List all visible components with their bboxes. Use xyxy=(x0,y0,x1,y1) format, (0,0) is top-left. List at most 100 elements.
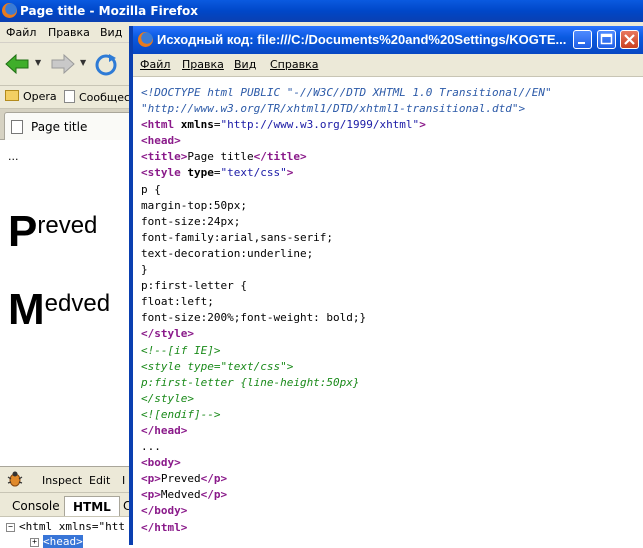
source-token: margin-top:50px; xyxy=(141,198,247,212)
tree-node-label: <html xmlns="htt xyxy=(19,520,125,533)
source-line: font-family:arial,sans-serif; xyxy=(141,230,641,246)
source-token: p { xyxy=(141,182,161,196)
source-token: <![endif]--> xyxy=(141,407,221,421)
first-letter: P xyxy=(8,207,38,256)
source-line: } xyxy=(141,262,641,278)
source-line: </body> xyxy=(141,503,641,519)
menu-view[interactable]: Вид xyxy=(234,58,256,71)
source-line: <!--[if IE]> xyxy=(141,343,641,359)
source-token: ... xyxy=(141,440,161,454)
source-token: </body> xyxy=(141,504,188,518)
back-history-chevron-icon[interactable]: ▼ xyxy=(35,58,41,67)
source-token: </p> xyxy=(200,472,228,486)
tree-node-html[interactable]: − <html xmlns="htt xyxy=(6,520,125,533)
minimize-icon xyxy=(578,42,585,44)
source-token: p:first-letter {line-height:50px} xyxy=(141,375,360,389)
source-token: <head> xyxy=(141,134,181,148)
paragraph-preved: Preved xyxy=(8,210,97,254)
menu-edit[interactable]: Правка xyxy=(48,26,90,39)
source-token: > xyxy=(286,166,294,180)
source-token: text-decoration:underline; xyxy=(141,246,314,260)
source-line: margin-top:50px; xyxy=(141,198,641,214)
source-token: } xyxy=(141,263,148,277)
view-source-window: Исходный код: file:///C:/Documents%20and… xyxy=(129,26,643,545)
menu-file[interactable]: Файл xyxy=(6,26,36,39)
source-token: </html> xyxy=(141,520,188,534)
close-button[interactable] xyxy=(620,30,639,49)
source-line: ... xyxy=(141,439,641,455)
source-token: float:left; xyxy=(141,295,214,309)
menu-help[interactable]: Справка xyxy=(270,58,318,71)
view-source-titlebar: Исходный код: file:///C:/Documents%20and… xyxy=(133,26,643,54)
bookmark-opera[interactable]: Opera xyxy=(5,90,57,103)
source-line: text-decoration:underline; xyxy=(141,246,641,262)
folder-icon xyxy=(5,90,19,101)
firefox-window-title: Page title - Mozilla Firefox xyxy=(20,4,199,18)
forward-arrow-icon[interactable] xyxy=(50,53,76,78)
paragraph-medved: Medved xyxy=(8,288,110,332)
maximize-icon xyxy=(600,33,613,45)
source-token: p:first-letter { xyxy=(141,279,247,293)
paragraph-rest: edved xyxy=(44,290,111,317)
firebug-toolbar-item[interactable]: I xyxy=(122,474,125,487)
source-token: "text/css" xyxy=(220,166,287,180)
source-token: <title> xyxy=(141,150,188,164)
menu-edit[interactable]: Правка xyxy=(182,58,224,71)
source-token: font-size:24px; xyxy=(141,214,241,228)
source-line: <style type="text/css"> xyxy=(141,165,641,181)
tab-page-title[interactable]: Page title xyxy=(4,112,132,140)
source-line: </html> xyxy=(141,520,641,536)
minimize-button[interactable] xyxy=(573,30,592,49)
tab-console[interactable]: Console xyxy=(4,496,68,516)
source-line: <!DOCTYPE html PUBLIC "-//W3C//DTD XHTML… xyxy=(141,85,641,101)
source-token: Preved xyxy=(160,472,201,486)
source-line: <![endif]--> xyxy=(141,407,641,423)
source-token: <style xyxy=(141,166,181,180)
source-token: Page title xyxy=(187,150,254,164)
source-line: font-size:24px; xyxy=(141,214,641,230)
maximize-button[interactable] xyxy=(597,30,616,49)
firefox-titlebar: Page title - Mozilla Firefox xyxy=(0,0,643,22)
ellipsis-text: ... xyxy=(8,150,19,163)
tab-html[interactable]: HTML xyxy=(64,496,120,517)
source-line: <title>Page title</title> xyxy=(141,149,641,165)
edit-button[interactable]: Edit xyxy=(89,474,110,487)
source-line: <p>Medved</p> xyxy=(141,487,641,503)
expand-icon[interactable]: + xyxy=(30,538,39,547)
menu-file[interactable]: Файл xyxy=(140,58,170,71)
tree-node-head[interactable]: + <head> xyxy=(30,535,83,548)
view-source-title: Исходный код: file:///C:/Documents%20and… xyxy=(157,32,567,47)
source-token: <html xyxy=(141,118,175,132)
forward-history-chevron-icon[interactable]: ▼ xyxy=(80,58,86,67)
page-icon xyxy=(64,90,75,103)
reload-icon[interactable] xyxy=(94,53,118,80)
collapse-icon[interactable]: − xyxy=(6,523,15,532)
source-line: p:first-letter {line-height:50px} xyxy=(141,375,641,391)
source-token: </head> xyxy=(141,423,188,437)
source-code: <!DOCTYPE html PUBLIC "-//W3C//DTD XHTML… xyxy=(141,85,641,536)
bookmark-community[interactable]: Сообщес xyxy=(64,90,130,104)
source-token: <p> xyxy=(141,488,161,502)
source-line: </head> xyxy=(141,423,641,439)
source-line: p { xyxy=(141,182,641,198)
source-token: </title> xyxy=(253,150,307,164)
source-line: </style> xyxy=(141,391,641,407)
view-source-menubar: Файл Правка Вид Справка xyxy=(133,54,643,77)
firebug-icon[interactable] xyxy=(6,470,24,488)
source-token: </style> xyxy=(141,391,194,405)
firefox-logo-icon xyxy=(138,32,153,47)
source-line: float:left; xyxy=(141,294,641,310)
tree-node-label: <head> xyxy=(43,535,83,548)
source-token: <!--[if IE]> xyxy=(141,343,221,357)
source-line: </style> xyxy=(141,326,641,342)
source-line: <head> xyxy=(141,133,641,149)
paragraph-rest: reved xyxy=(37,212,98,239)
firefox-logo-icon xyxy=(2,3,17,18)
source-token: = xyxy=(213,166,221,180)
menu-view[interactable]: Вид xyxy=(100,26,122,39)
source-token: </p> xyxy=(200,488,228,502)
source-token: "http://www.w3.org/1999/xhtml" xyxy=(220,118,420,132)
inspect-button[interactable]: Inspect xyxy=(42,474,82,487)
back-arrow-icon[interactable] xyxy=(4,53,30,78)
source-line: "http://www.w3.org/TR/xhtml1/DTD/xhtml1-… xyxy=(141,101,641,117)
